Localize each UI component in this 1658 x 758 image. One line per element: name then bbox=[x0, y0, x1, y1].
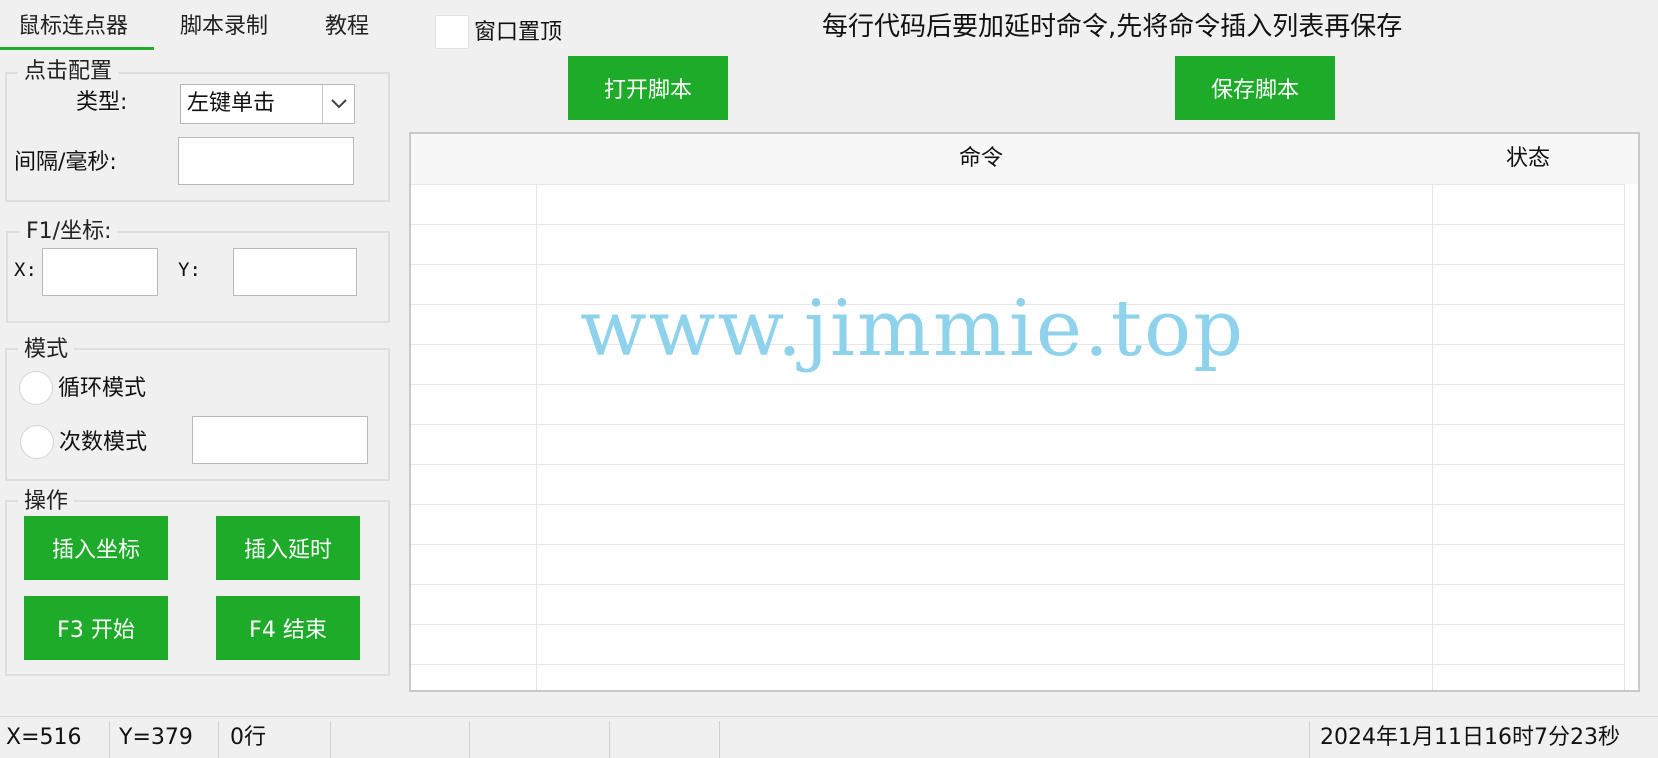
actions-title: 操作 bbox=[18, 490, 75, 514]
hint-text: 每行代码后要加延时命令,先将命令插入列表再保存 bbox=[822, 12, 1403, 42]
insert-delay-button[interactable]: 插入延时 bbox=[216, 516, 360, 580]
table-row-line bbox=[411, 584, 1624, 585]
column-header-status[interactable]: 状态 bbox=[1433, 134, 1623, 184]
loop-mode-radio[interactable] bbox=[19, 371, 53, 405]
x-coordinate-input[interactable] bbox=[42, 248, 158, 296]
x-label: X: bbox=[14, 259, 37, 281]
interval-label: 间隔/毫秒: bbox=[14, 150, 117, 175]
open-script-button[interactable]: 打开脚本 bbox=[568, 56, 728, 120]
window-topmost-label: 窗口置顶 bbox=[474, 20, 563, 45]
status-separator bbox=[469, 721, 470, 758]
status-separator bbox=[109, 721, 110, 758]
click-config-title: 点击配置 bbox=[18, 60, 119, 84]
count-input[interactable] bbox=[192, 416, 368, 464]
window-topmost-checkbox[interactable] bbox=[435, 15, 469, 49]
insert-coord-button[interactable]: 插入坐标 bbox=[24, 516, 168, 580]
status-separator bbox=[330, 721, 331, 758]
status-x-coordinate: X=516 bbox=[6, 725, 82, 750]
table-row-line bbox=[411, 424, 1624, 425]
status-bar: X=516 Y=379 0行 2024年1月11日16时7分23秒 bbox=[0, 716, 1658, 758]
status-separator bbox=[609, 721, 610, 758]
table-row-line bbox=[411, 544, 1624, 545]
table-row-line bbox=[411, 504, 1624, 505]
status-y-coordinate: Y=379 bbox=[119, 725, 193, 750]
count-mode-label: 次数模式 bbox=[59, 430, 148, 455]
type-label: 类型: bbox=[76, 90, 128, 115]
table-row-line bbox=[411, 464, 1624, 465]
tab-mouse-clicker[interactable]: 鼠标连点器 bbox=[0, 8, 155, 50]
stop-button[interactable]: F4 结束 bbox=[216, 596, 360, 660]
table-row-line bbox=[411, 664, 1624, 665]
watermark-text: www.jimmie.top bbox=[580, 284, 1246, 374]
y-label: Y: bbox=[178, 259, 201, 281]
chevron-down-icon[interactable] bbox=[322, 85, 354, 123]
tab-script-record[interactable]: 脚本录制 bbox=[180, 8, 268, 46]
table-column-line bbox=[1624, 184, 1625, 690]
status-datetime: 2024年1月11日16时7分23秒 bbox=[1320, 725, 1620, 750]
interval-input[interactable] bbox=[178, 137, 354, 185]
save-script-button[interactable]: 保存脚本 bbox=[1175, 56, 1335, 120]
table-row-line bbox=[411, 184, 1624, 185]
command-table[interactable]: 命令 状态 bbox=[409, 132, 1640, 692]
click-type-value: 左键单击 bbox=[187, 91, 276, 116]
status-separator bbox=[1309, 721, 1310, 758]
y-coordinate-input[interactable] bbox=[233, 248, 357, 296]
table-column-line bbox=[1432, 184, 1433, 690]
mode-title: 模式 bbox=[18, 338, 75, 362]
loop-mode-label: 循环模式 bbox=[58, 376, 147, 401]
click-type-select[interactable]: 左键单击 bbox=[180, 84, 355, 124]
coords-title: F1/坐标: bbox=[20, 220, 118, 244]
status-row-count: 0行 bbox=[230, 725, 266, 750]
status-separator bbox=[719, 721, 720, 758]
table-row-line bbox=[411, 384, 1624, 385]
table-row-line bbox=[411, 224, 1624, 225]
tab-tutorial[interactable]: 教程 bbox=[325, 8, 369, 46]
start-button[interactable]: F3 开始 bbox=[24, 596, 168, 660]
table-header: 命令 状态 bbox=[411, 134, 1638, 184]
table-column-line bbox=[536, 184, 537, 690]
count-mode-radio[interactable] bbox=[20, 425, 54, 459]
column-header-command[interactable]: 命令 bbox=[531, 134, 1431, 184]
table-row-line bbox=[411, 264, 1624, 265]
table-row-line bbox=[411, 624, 1624, 625]
status-separator bbox=[218, 721, 219, 758]
